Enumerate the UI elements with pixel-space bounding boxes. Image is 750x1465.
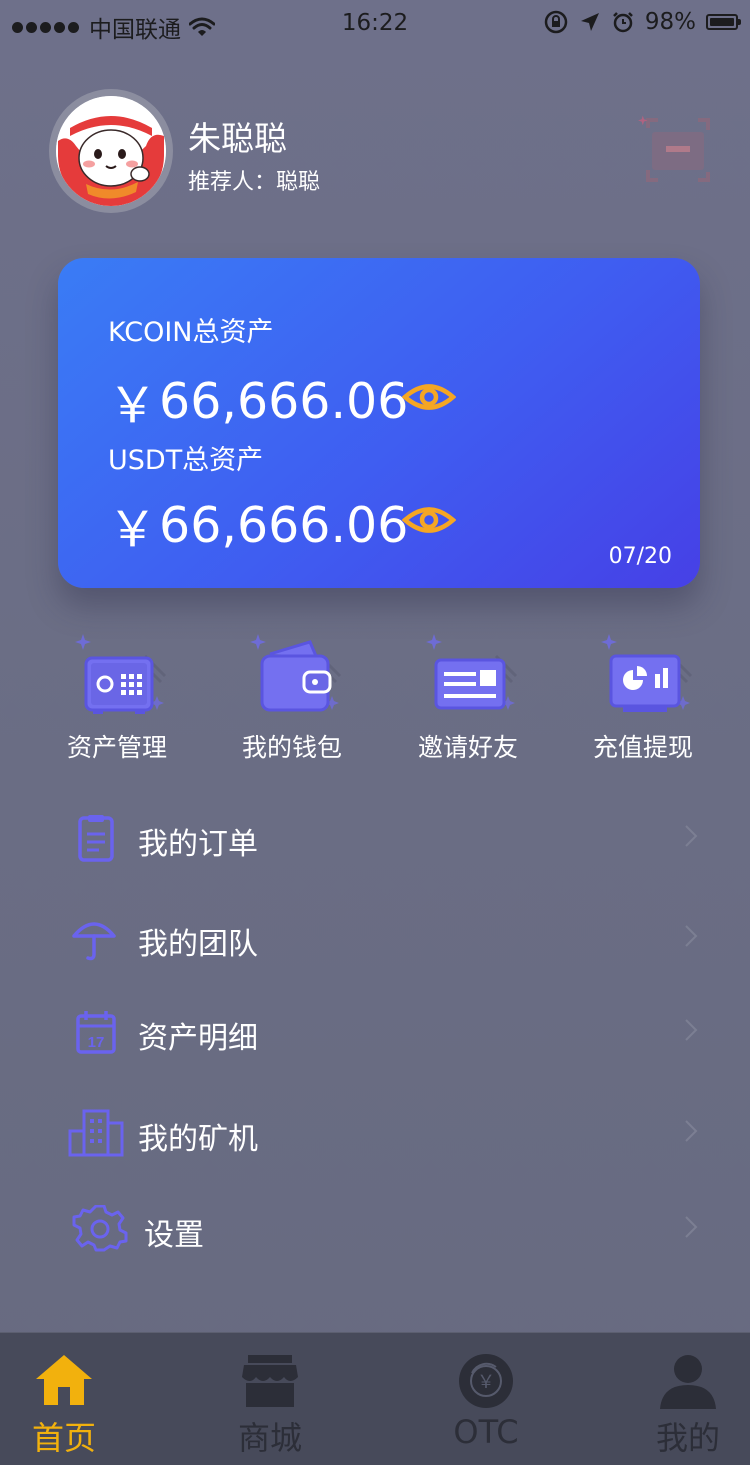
quick-action-label: 充值提现 [592, 733, 693, 762]
scan-icon [638, 115, 710, 182]
otc-exchange-icon: ￥ [459, 1354, 513, 1408]
kcoin-currency-symbol: ￥ [108, 377, 158, 434]
quick-action-recharge-withdraw[interactable]: 充值提现 [568, 632, 718, 762]
home-icon [36, 1355, 92, 1405]
location-arrow-icon [580, 13, 599, 31]
tab-label: 我的 [655, 1419, 720, 1457]
chevron-right-icon [685, 1120, 698, 1142]
gear-icon [72, 1205, 128, 1252]
tab-mine[interactable]: 我的 [618, 1333, 750, 1465]
tab-bar: 首页 商城 ￥ OTC 我的 [0, 1332, 750, 1465]
clipboard-icon [78, 815, 114, 862]
tab-otc[interactable]: ￥ OTC [416, 1333, 556, 1465]
menu-item-label: 我的订单 [138, 827, 258, 862]
invite-card-icon [426, 634, 518, 710]
avatar-image [56, 96, 166, 206]
quick-action-my-wallet[interactable]: 我的钱包 [217, 632, 367, 762]
battery-percent: 98% [644, 9, 696, 35]
quick-action-label: 邀请好友 [417, 733, 518, 762]
otc-symbol: ￥ [477, 1372, 495, 1392]
quick-action-label: 资产管理 [66, 733, 167, 762]
eye-icon[interactable] [402, 503, 456, 537]
quick-action-label: 我的钱包 [241, 733, 342, 762]
quick-action-asset-management[interactable]: 资产管理 [42, 632, 192, 762]
referrer-name: 聪聪 [276, 170, 321, 195]
chevron-right-icon [685, 1019, 698, 1041]
menu-item-my-miners[interactable]: 我的矿机 [0, 1087, 750, 1177]
menu-item-settings[interactable]: 设置 [0, 1183, 750, 1273]
status-bar: 中国联通 16:22 98% [0, 0, 750, 50]
kcoin-total-value: ￥ 66,666.06 [108, 366, 408, 437]
battery-icon [706, 14, 741, 30]
store-icon [242, 1355, 298, 1407]
user-name: 朱聪聪 [188, 119, 287, 158]
calendar-icon: 17 [76, 1011, 116, 1054]
tab-label: 商城 [237, 1419, 302, 1457]
menu-item-my-team[interactable]: 我的团队 [0, 892, 750, 982]
chevron-right-icon [685, 825, 698, 847]
tab-home[interactable]: 首页 [0, 1333, 134, 1465]
status-right: 98% [543, 9, 741, 35]
menu-item-label: 资产明细 [138, 1021, 258, 1056]
building-icon [68, 1109, 124, 1157]
referrer-label: 推荐人： [188, 170, 277, 195]
menu-item-asset-details[interactable]: 17 资产明细 [0, 986, 750, 1076]
chevron-right-icon [685, 1216, 698, 1238]
asset-card[interactable]: KCOIN总资产 ￥ 66,666.06 USDT总资产 ￥ 66,666.06… [58, 258, 700, 588]
tab-label: OTC [453, 1413, 519, 1451]
menu-item-label: 我的矿机 [138, 1122, 258, 1157]
user-icon [660, 1355, 716, 1409]
scan-button[interactable] [636, 110, 718, 190]
rotation-lock-icon [544, 10, 568, 34]
usdt-total-label: USDT总资产 [108, 445, 264, 476]
usdt-currency-symbol: ￥ [108, 501, 158, 558]
usdt-amount: 66,666.06 [159, 497, 409, 554]
menu-item-my-orders[interactable]: 我的订单 [0, 792, 750, 882]
kcoin-total-label: KCOIN总资产 [108, 317, 274, 348]
eye-icon[interactable] [402, 380, 456, 414]
alarm-icon [612, 12, 633, 33]
chevron-right-icon [685, 925, 698, 947]
chart-monitor-icon [601, 634, 693, 712]
umbrella-icon [72, 922, 116, 961]
tab-label: 首页 [31, 1419, 96, 1457]
menu-item-label: 设置 [144, 1218, 204, 1253]
calendar-day: 17 [88, 1034, 105, 1051]
avatar[interactable] [49, 89, 173, 213]
card-date: 07/20 [608, 544, 672, 569]
referrer-line: 推荐人： 聪聪 [188, 164, 320, 196]
safe-icon [75, 634, 167, 714]
wallet-icon [250, 634, 342, 712]
usdt-total-value: ￥ 66,666.06 [108, 490, 408, 561]
menu-item-label: 我的团队 [138, 927, 258, 962]
kcoin-amount: 66,666.06 [159, 373, 409, 430]
tab-store[interactable]: 商城 [200, 1333, 340, 1465]
quick-action-invite-friends[interactable]: 邀请好友 [393, 632, 543, 762]
